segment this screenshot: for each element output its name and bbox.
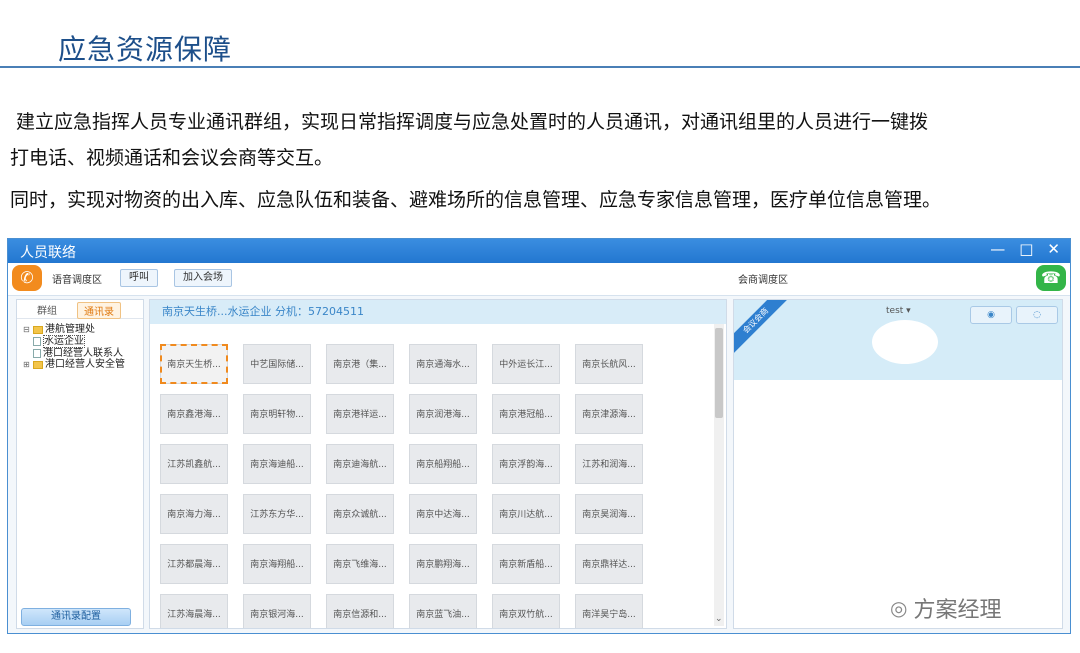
meeting-ribbon: 会议会商 [734,300,790,355]
contact-card[interactable]: 江苏和润海... [575,444,643,484]
contact-card[interactable]: 江苏都晨海... [160,544,228,584]
contact-card[interactable]: 南京天生桥... [160,344,228,384]
contact-card[interactable]: 南京蓝飞油... [409,594,477,628]
slide-title: 应急资源保障 [58,33,233,66]
contact-card[interactable]: 南京港冠船... [492,394,560,434]
contact-card[interactable]: 南京鑫港海... [160,394,228,434]
window-controls: — □ ✕ [990,240,1060,258]
contact-card[interactable]: 南京港（集... [326,344,394,384]
contact-card[interactable]: 南洋昊宁岛... [575,594,643,628]
window-titlebar: 人员联络 — □ ✕ [8,239,1070,263]
contact-card[interactable]: 南京众诚航... [326,494,394,534]
contact-card[interactable]: 南京船翔船... [409,444,477,484]
contact-card[interactable]: 南京港祥运... [326,394,394,434]
contact-card[interactable]: 南京迪海航... [326,444,394,484]
contact-card[interactable]: 南京鼎祥达... [575,544,643,584]
join-meeting-button[interactable]: 加入会场 [174,269,232,287]
expand-icon[interactable]: ⊞ [23,359,31,370]
voice-phone-icon[interactable]: ✆ [12,265,42,291]
user-dropdown[interactable]: test ▾ [886,306,911,316]
maximize-button[interactable]: □ [1019,240,1033,258]
wechat-icon: ◎ [890,596,908,620]
contact-card[interactable]: 南京明轩物... [243,394,311,434]
contact-card[interactable]: 南京银河海... [243,594,311,628]
contact-card[interactable]: 南京飞维海... [326,544,394,584]
contact-card[interactable]: 南京通海水... [409,344,477,384]
description-line-1: 建立应急指挥人员专业通讯群组，实现日常指挥调度与应急处置时的人员通讯，对通讯组里… [16,111,929,133]
minimize-button[interactable]: — [990,240,1005,258]
meeting-panel: 会议会商 test ▾ ◉ ◌ [733,299,1063,629]
expand-icon[interactable]: ⊟ [23,324,31,335]
scroll-down-icon[interactable]: ⌄ [715,614,723,624]
contact-card[interactable]: 南京海力海... [160,494,228,534]
tree-item-label: 港航管理处 [45,324,95,335]
tree-item[interactable]: ⊞ 港口经营人安全管 [23,359,125,370]
contact-tree: ⊟ 港航管理处 水运企业 港口经营人联系人 ⊞ 港口经营人安全管 [23,324,125,370]
contact-sidebar: 群组 通讯录 ⊟ 港航管理处 水运企业 港口经营人联系人 ⊞ 港口经营人安全管 [16,299,144,629]
contact-panel: 南京天生桥...水运企业 分机：57204511 南京天生桥... 中艺国际储..… [149,299,727,629]
folder-icon [33,360,43,369]
watermark-text: 方案经理 [913,598,1002,623]
vertical-scrollbar[interactable]: ⌄ [714,324,724,626]
contact-card[interactable]: 南京津源海... [575,394,643,434]
contact-card[interactable]: 南京新盾船... [492,544,560,584]
sidebar-tabs: 群组 通讯录 [17,300,143,319]
title-divider [0,66,1080,68]
lock-icon[interactable]: ◉ [970,306,1012,324]
selected-contact-header: 南京天生桥...水运企业 分机：57204511 [150,300,726,324]
contact-card[interactable]: 中艺国际储... [243,344,311,384]
contact-card[interactable]: 南京浮韵海... [492,444,560,484]
meeting-zone-label: 会商调度区 [738,275,788,286]
contact-card[interactable]: 南京海迪船... [243,444,311,484]
addressbook-config-button[interactable]: 通讯录配置 [21,608,131,626]
tab-groups[interactable]: 群组 [31,302,63,317]
tree-item-label: 港口经营人安全管 [45,359,125,370]
contact-card[interactable]: 南京川达航... [492,494,560,534]
description-line-2: 打电话、视频通话和会议会商等交互。 [10,147,334,169]
close-button[interactable]: ✕ [1047,240,1060,258]
contact-card[interactable]: 江苏凯鑫航... [160,444,228,484]
window-title: 人员联络 [20,245,76,261]
document-icon [33,337,41,346]
contact-card[interactable]: 中外运长江... [492,344,560,384]
contact-window: 人员联络 — □ ✕ ✆ 语音调度区 呼叫 加入会场 会商调度区 ☎ 群组 通讯… [7,238,1071,634]
call-button[interactable]: 呼叫 [120,269,158,287]
contact-card[interactable]: 南京润港海... [409,394,477,434]
tree-item[interactable]: 港口经营人联系人 [23,348,125,359]
tree-item-label: 水运企业 [43,335,85,348]
watermark: ◎ 方案经理 [890,592,1001,624]
folder-icon [33,325,43,334]
contact-card[interactable]: 南京信源和... [326,594,394,628]
description-line-3: 同时，实现对物资的出入库、应急队伍和装备、避难场所的信息管理、应急专家信息管理，… [10,189,942,211]
scrollbar-thumb[interactable] [715,328,723,418]
tab-addressbook[interactable]: 通讯录 [77,302,121,319]
contact-card[interactable]: 南京中达海... [409,494,477,534]
meeting-header: 会议会商 test ▾ ◉ ◌ [734,300,1062,380]
toolbar: ✆ 语音调度区 呼叫 加入会场 会商调度区 ☎ [8,263,1070,296]
tree-item[interactable]: ⊟ 港航管理处 [23,324,125,335]
contact-card[interactable]: 南京长航风... [575,344,643,384]
contact-grid: 南京天生桥... 中艺国际储... 南京港（集... 南京通海水... 中外运长江...… [160,344,643,628]
record-icon[interactable]: ◌ [1016,306,1058,324]
contact-card[interactable]: 南京双竹航... [492,594,560,628]
avatar [872,320,938,364]
tree-item[interactable]: 水运企业 [23,335,125,348]
tree-item-label: 港口经营人联系人 [43,348,123,359]
hangup-phone-icon[interactable]: ☎ [1036,265,1066,291]
document-icon [33,349,41,358]
voice-zone-label: 语音调度区 [52,275,102,286]
contact-card[interactable]: 江苏东方华... [243,494,311,534]
contact-card[interactable]: 南京海翔船... [243,544,311,584]
contact-card[interactable]: 南京鹏翔海... [409,544,477,584]
contact-card[interactable]: 南京昊润海... [575,494,643,534]
contact-card[interactable]: 江苏海晨海... [160,594,228,628]
